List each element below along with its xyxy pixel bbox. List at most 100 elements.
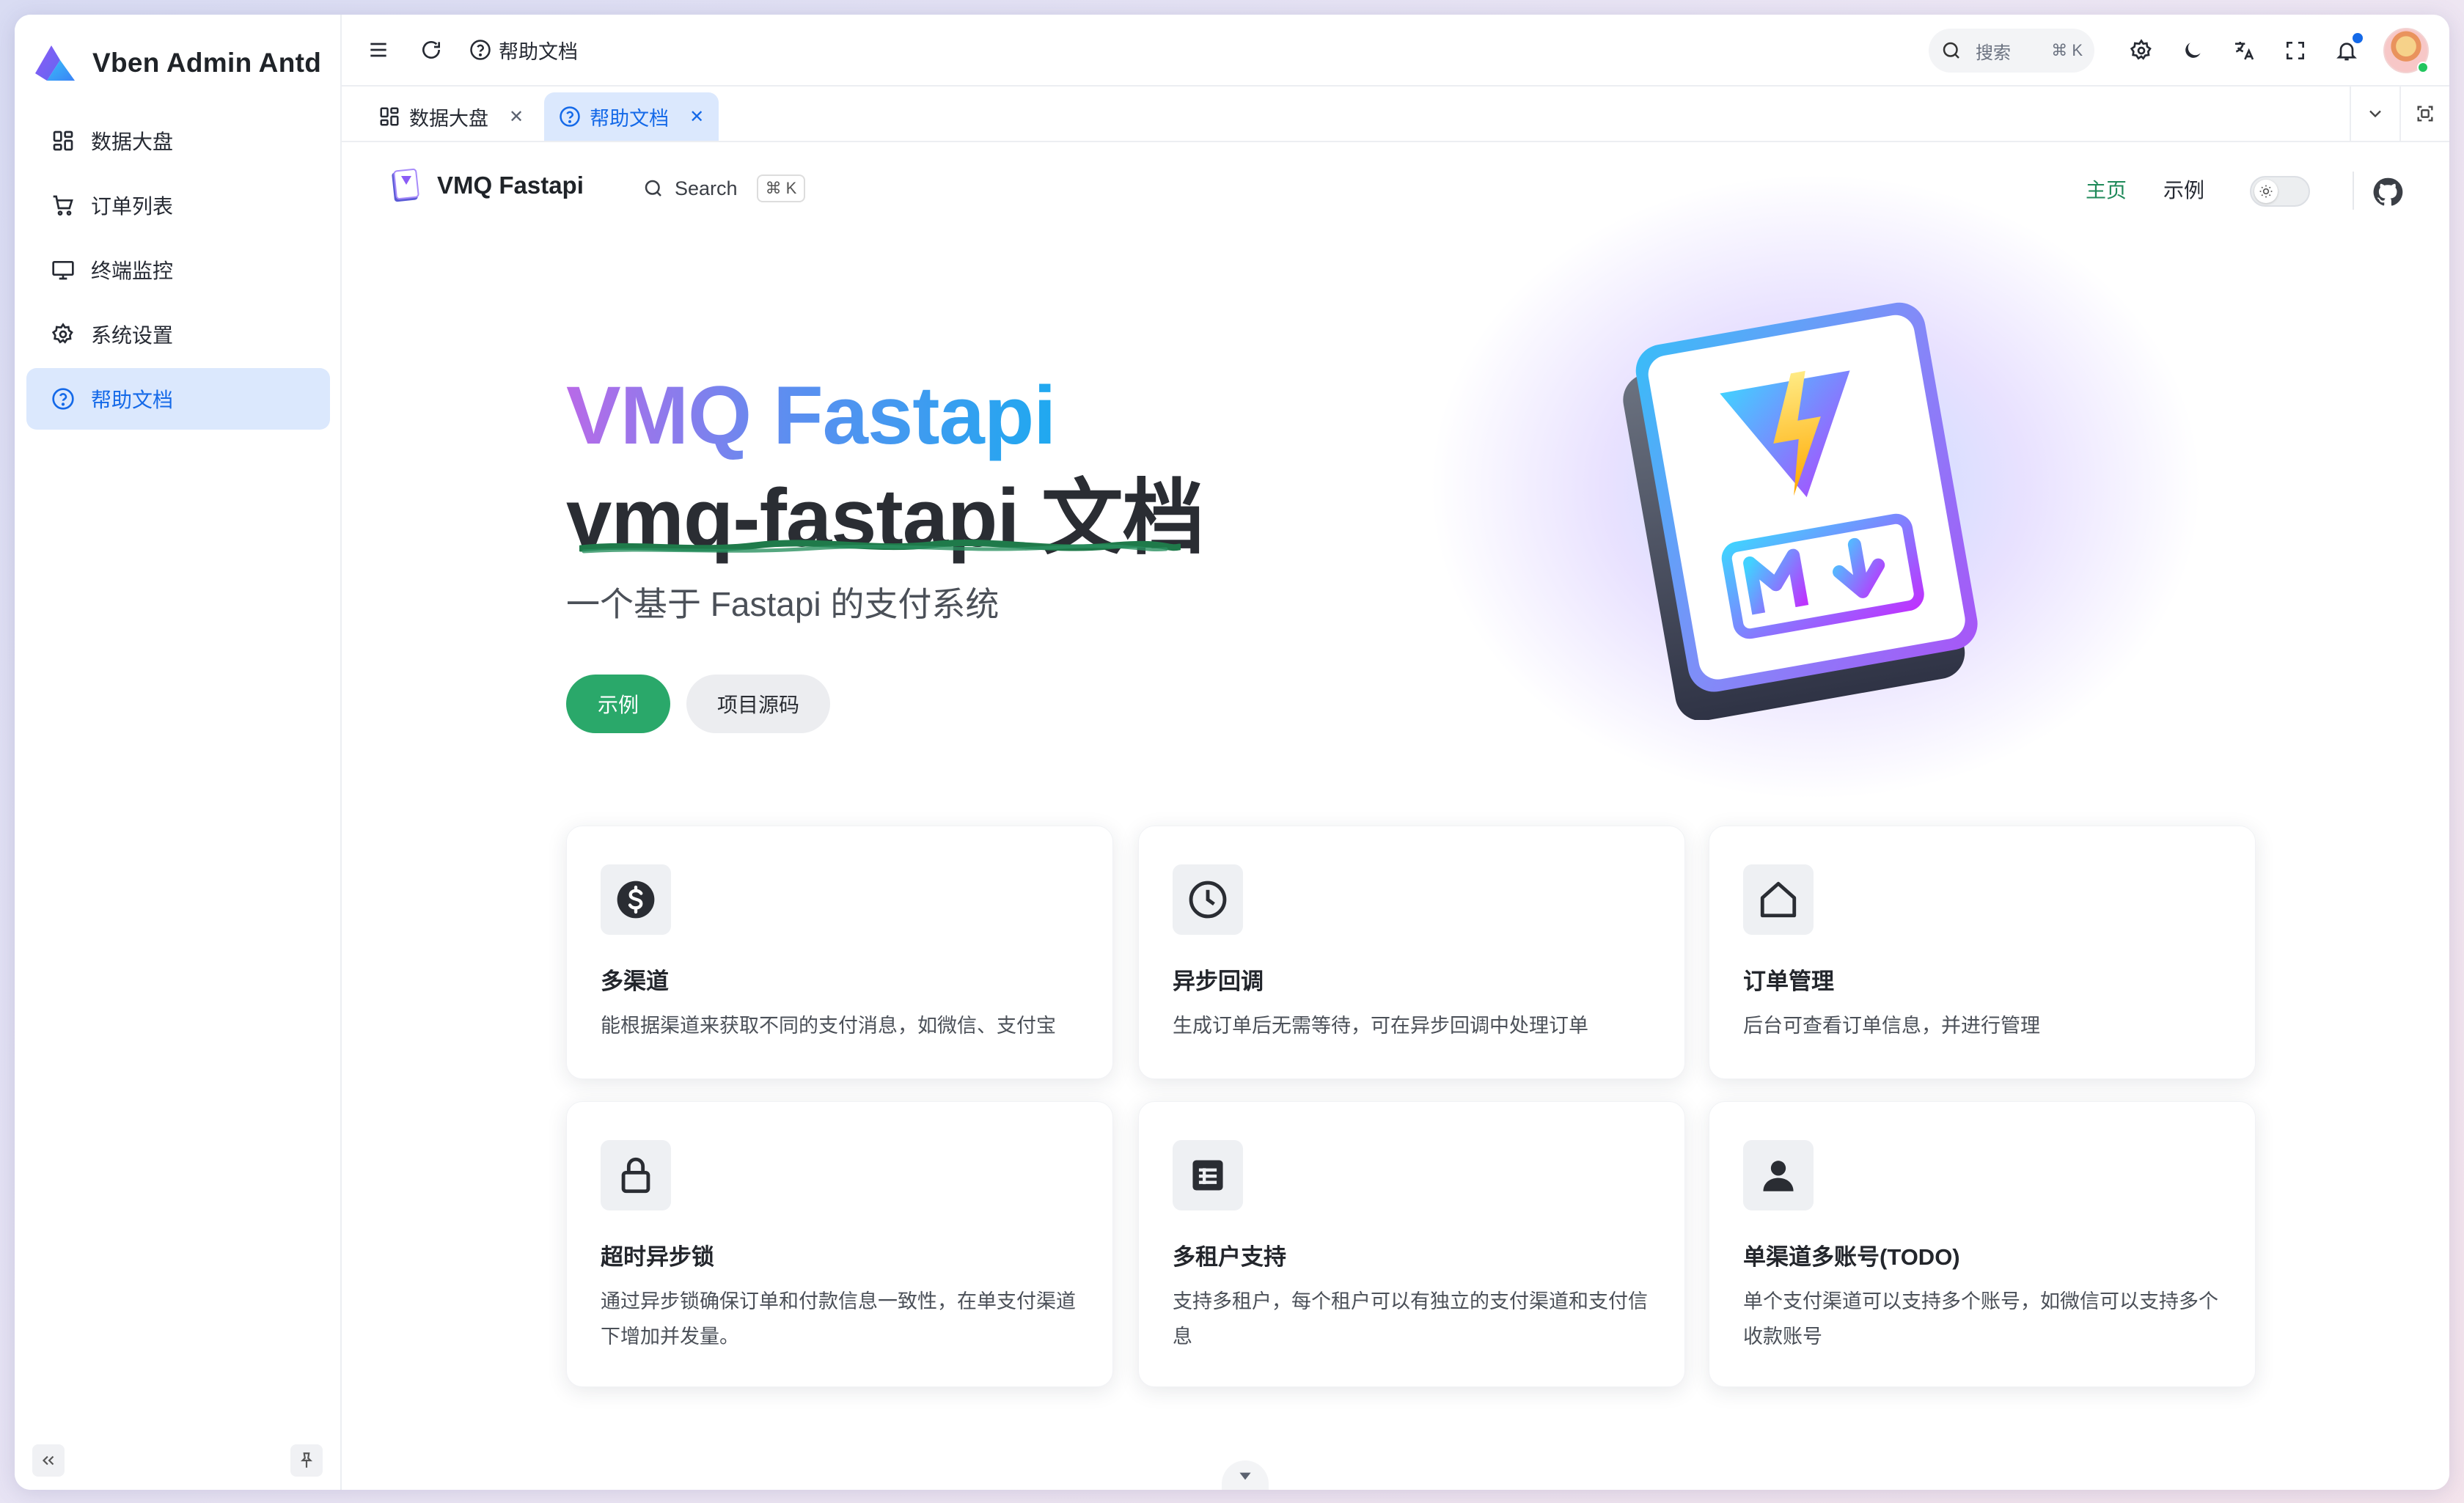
doc-site-title[interactable]: VMQ Fastapi bbox=[437, 172, 584, 199]
doc-search-label: Search bbox=[675, 177, 738, 199]
feature-card-multi-channel: 多渠道 能根据渠道来获取不同的支付消息，如微信、支付宝 bbox=[566, 826, 1113, 1079]
search-shortcut: ⌘ K bbox=[2051, 41, 2083, 59]
chevron-down-icon bbox=[1239, 1472, 1251, 1480]
online-status-dot bbox=[2417, 62, 2429, 73]
menu-toggle-button[interactable] bbox=[364, 35, 393, 65]
feature-icon-box bbox=[1173, 864, 1243, 935]
gear-icon bbox=[2130, 39, 2152, 60]
dashboard-grid-icon bbox=[380, 107, 399, 126]
tab-bar: 数据大盘 ✕ 帮助文档 ✕ bbox=[342, 87, 2449, 142]
feature-card-async-callback: 异步回调 生成订单后无需等待，可在异步回调中处理订单 bbox=[1138, 826, 1685, 1079]
notifications-button[interactable] bbox=[2332, 33, 2363, 65]
feature-icon-box bbox=[1173, 1140, 1243, 1210]
dark-mode-toggle[interactable] bbox=[2178, 36, 2207, 65]
close-icon[interactable]: ✕ bbox=[509, 106, 524, 128]
feature-title: 单渠道多账号(TODO) bbox=[1743, 1244, 1960, 1270]
doc-search[interactable]: Search ⌘ K bbox=[642, 174, 806, 202]
scroll-down-button[interactable] bbox=[1222, 1460, 1269, 1490]
theme-knob bbox=[2254, 180, 2278, 203]
doc-theme-switch[interactable] bbox=[2250, 176, 2310, 207]
doc-search-shortcut: ⌘ K bbox=[756, 174, 806, 202]
tab-more-button[interactable] bbox=[2350, 87, 2399, 141]
feature-icon-box bbox=[601, 1140, 671, 1210]
sidebar-item-label: 系统设置 bbox=[91, 324, 174, 347]
feature-title: 多渠道 bbox=[601, 969, 669, 994]
hero-examples-button[interactable]: 示例 bbox=[566, 675, 670, 733]
hero-name: VMQ Fastapi bbox=[566, 370, 1056, 461]
sidebar-item-label: 数据大盘 bbox=[91, 131, 174, 153]
brand[interactable]: Vben Admin Antd bbox=[31, 28, 321, 98]
global-search[interactable]: 搜索 ⌘ K bbox=[1929, 29, 2094, 73]
doc-navbar: VMQ Fastapi Search ⌘ K 主页 示例 bbox=[342, 142, 2449, 229]
fullscreen-icon bbox=[2287, 42, 2304, 59]
breadcrumb[interactable]: 帮助文档 bbox=[469, 36, 578, 65]
doc-nav-links: 主页 示例 bbox=[2086, 174, 2204, 204]
feature-icon-box bbox=[1743, 1140, 1814, 1210]
tab-label: 数据大盘 bbox=[409, 107, 488, 130]
sidebar-item-label: 订单列表 bbox=[91, 195, 174, 218]
search-icon bbox=[1943, 42, 1959, 59]
avatar[interactable] bbox=[2383, 28, 2429, 73]
close-icon[interactable]: ✕ bbox=[689, 106, 704, 128]
doc-logo-icon[interactable] bbox=[390, 167, 421, 204]
feature-description: 通过异步锁确保订单和付款信息一致性，在单支付渠道下增加并发量。 bbox=[601, 1290, 1076, 1348]
content-maximize-button[interactable] bbox=[2399, 87, 2449, 141]
doc-nav-home-link[interactable]: 主页 bbox=[2086, 174, 2127, 204]
breadcrumb-label: 帮助文档 bbox=[499, 40, 578, 63]
home-icon bbox=[1760, 881, 1797, 918]
tab-dashboard[interactable]: 数据大盘 ✕ bbox=[364, 92, 538, 141]
tab-label: 帮助文档 bbox=[590, 107, 670, 130]
feature-description: 单个支付渠道可以支持多个账号，如微信可以支持多个收款账号 bbox=[1743, 1290, 2218, 1348]
language-button[interactable] bbox=[2229, 36, 2259, 65]
lock-icon bbox=[621, 1157, 650, 1194]
app-window: Vben Admin Antd 数据大盘 订单列表 终端监控 系统设置 帮助文档 bbox=[15, 15, 2449, 1490]
gear-icon bbox=[51, 323, 73, 344]
sidebar: Vben Admin Antd 数据大盘 订单列表 终端监控 系统设置 帮助文档 bbox=[15, 15, 342, 1490]
dashboard-grid-icon bbox=[53, 131, 73, 151]
feature-card-multi-account: 单渠道多账号(TODO) 单个支付渠道可以支持多个账号，如微信可以支持多个收款账… bbox=[1709, 1101, 2256, 1387]
doc-nav-examples-link[interactable]: 示例 bbox=[2163, 174, 2204, 204]
search-placeholder: 搜索 bbox=[1976, 43, 2011, 63]
sidebar-item-settings[interactable]: 系统设置 bbox=[26, 304, 330, 365]
feature-description: 能根据渠道来获取不同的支付消息，如微信、支付宝 bbox=[601, 1015, 1056, 1037]
app-title: Vben Admin Antd bbox=[92, 48, 322, 78]
doc-content: VMQ Fastapi Search ⌘ K 主页 示例 VMQ Fastapi… bbox=[342, 142, 2449, 1490]
sidebar-item-dashboard[interactable]: 数据大盘 bbox=[26, 110, 330, 172]
notification-dot bbox=[2353, 33, 2363, 43]
chevron-down-icon bbox=[2369, 110, 2381, 118]
table-icon bbox=[1192, 1160, 1223, 1191]
hero-vitepress-markdown-illustration bbox=[1623, 302, 1978, 720]
vben-logo-icon bbox=[35, 45, 75, 81]
sidebar-menu: 数据大盘 订单列表 终端监控 系统设置 帮助文档 bbox=[26, 110, 330, 433]
sidebar-item-help[interactable]: 帮助文档 bbox=[26, 368, 330, 430]
help-circle-icon bbox=[560, 106, 580, 127]
feature-title: 异步回调 bbox=[1173, 969, 1264, 994]
refresh-icon bbox=[422, 41, 440, 59]
feature-card-timeout-lock: 超时异步锁 通过异步锁确保订单和付款信息一致性，在单支付渠道下增加并发量。 bbox=[566, 1101, 1113, 1387]
translate-icon bbox=[2235, 42, 2254, 60]
github-icon[interactable] bbox=[2372, 176, 2404, 208]
tab-help[interactable]: 帮助文档 ✕ bbox=[544, 92, 719, 141]
sun-icon bbox=[2259, 185, 2273, 198]
feature-description: 支持多租户，每个租户可以有独立的支付渠道和支付信息 bbox=[1173, 1290, 1648, 1348]
dollar-icon bbox=[617, 881, 655, 919]
feature-icon-box bbox=[1743, 864, 1814, 935]
fullscreen-button[interactable] bbox=[2281, 36, 2310, 65]
monitor-icon bbox=[52, 261, 74, 280]
pin-sidebar-button[interactable] bbox=[290, 1444, 323, 1477]
feature-title: 订单管理 bbox=[1743, 969, 1834, 994]
moon-icon bbox=[2185, 43, 2201, 58]
hero-scribble-underline bbox=[579, 540, 1181, 554]
feature-icon-box bbox=[601, 864, 671, 935]
preferences-button[interactable] bbox=[2127, 36, 2156, 65]
sidebar-item-monitor[interactable]: 终端监控 bbox=[26, 239, 330, 301]
collapse-sidebar-button[interactable] bbox=[32, 1444, 65, 1477]
refresh-button[interactable] bbox=[417, 35, 446, 65]
sidebar-item-orders[interactable]: 订单列表 bbox=[26, 174, 330, 236]
hero-source-button[interactable]: 项目源码 bbox=[686, 675, 830, 733]
sidebar-item-label: 终端监控 bbox=[91, 260, 174, 282]
feature-card-order-management: 订单管理 后台可查看订单信息，并进行管理 bbox=[1709, 826, 2256, 1079]
hamburger-icon bbox=[370, 43, 386, 57]
help-circle-icon bbox=[470, 40, 491, 60]
tab-bar-tools bbox=[2350, 87, 2449, 141]
